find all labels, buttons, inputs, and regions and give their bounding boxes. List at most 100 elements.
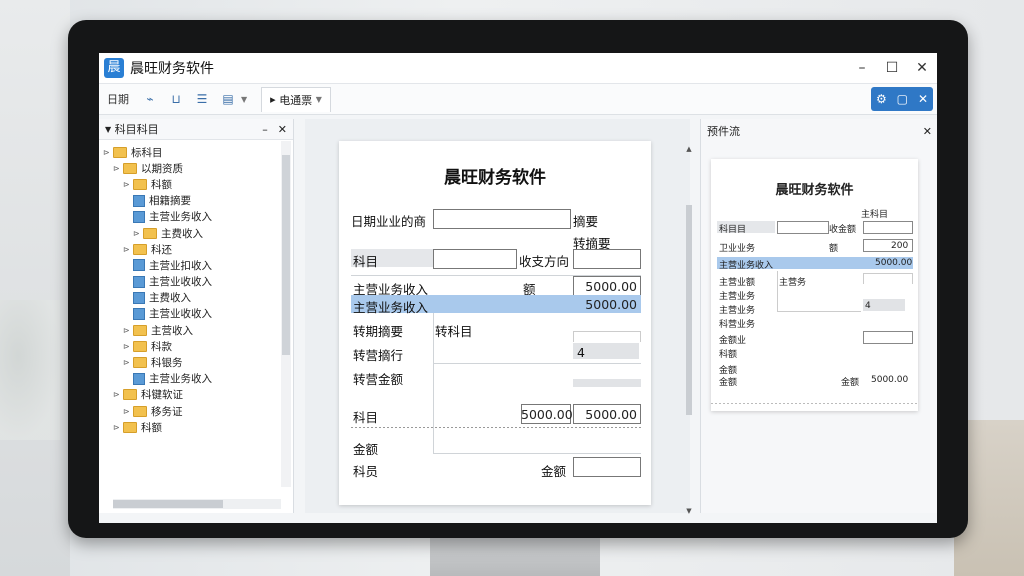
preview-total-value: 5000.00 — [871, 375, 909, 385]
tree-node[interactable]: ⊳ 科款 — [99, 338, 293, 354]
voucher-area: 晨旺财务软件 日期业业的商 摘要 转摘要 科目 收支方向 主营业务收入 额 50… — [305, 119, 690, 513]
window-icon[interactable]: ▢ — [897, 92, 908, 106]
folder-icon — [133, 178, 147, 190]
direction-label: 收支方向 — [519, 254, 570, 269]
preview-row1-label: 卫业业务 — [719, 244, 756, 254]
tree-horizontal-scrollbar[interactable] — [113, 499, 281, 509]
tree-node[interactable]: ⊳ 以期资质 — [99, 160, 293, 176]
folder-icon — [123, 421, 137, 433]
tree-node[interactable]: 主营业收收入 — [99, 306, 293, 322]
tree-node-label: 主营收入 — [151, 324, 193, 337]
toolbar-dropdown-icon[interactable]: ▼ — [241, 95, 247, 104]
expand-icon[interactable]: ⊳ — [123, 342, 133, 351]
tree-node[interactable]: 主营业扣收入 — [99, 257, 293, 273]
tree-node[interactable]: 主营业务收入 — [99, 371, 293, 387]
tree-node[interactable]: 主营业务收入 — [99, 209, 293, 225]
expand-icon[interactable]: ⊳ — [113, 390, 123, 399]
expand-icon[interactable]: ⊳ — [113, 164, 123, 173]
toolbar-date-item[interactable]: 日期 — [99, 91, 137, 107]
tree-node[interactable]: 主营业收收入 — [99, 274, 293, 290]
bracket-icon[interactable]: ⊔ — [163, 92, 189, 106]
row6-amount: 5000.00 — [585, 407, 637, 422]
attach-icon[interactable]: ⌁ — [137, 92, 163, 106]
preview-document: 晨旺财务软件 主科目 科目目 收金额 卫业业务 额 200 主营业务收入 500… — [711, 159, 918, 411]
preview-subject-box — [777, 221, 829, 234]
close-icon[interactable]: ✕ — [278, 123, 287, 136]
tree-node[interactable]: ⊳ 科还 — [99, 241, 293, 257]
folder-icon — [133, 405, 147, 417]
row2-subject: 主营业务收入 — [353, 300, 429, 315]
tree-node-label: 标科目 — [131, 146, 163, 159]
tree-node-label: 科还 — [151, 243, 172, 256]
direction-input[interactable] — [573, 249, 641, 269]
tree-node-label: 科额 — [141, 421, 162, 434]
tree-node-label: 主营业务收入 — [149, 373, 212, 386]
preview-amount-label: 收金额 — [829, 225, 857, 235]
folder-icon — [133, 243, 147, 255]
tree-node[interactable]: ⊳ 科额 — [99, 419, 293, 435]
document-icon — [133, 194, 145, 207]
document-icon — [133, 307, 145, 320]
row3-mid: 转科目 — [435, 324, 473, 339]
preview-title: 预件流 — [707, 125, 740, 138]
tree-node-label: 科键软证 — [141, 389, 183, 402]
voucher-scrollbar[interactable]: ▲ ▼ — [684, 145, 694, 515]
preview-close-icon[interactable]: ✕ — [923, 125, 932, 138]
subject-input[interactable] — [433, 249, 517, 269]
voucher-title: 晨旺财务软件 — [444, 168, 546, 188]
amount-label-2: 金额 — [541, 464, 567, 479]
maximize-button[interactable]: ☐ — [877, 60, 907, 76]
preview-row1-mid: 额 — [829, 244, 839, 254]
app-logo-icon: 晨 — [104, 58, 124, 78]
tree-vertical-scrollbar[interactable] — [281, 141, 291, 487]
preview-row5-value: 4 — [865, 301, 871, 311]
folder-icon — [123, 162, 137, 174]
row4-value: 4 — [577, 345, 585, 360]
tree-node[interactable]: ⊳ 科键软证 — [99, 387, 293, 403]
folder-icon — [133, 324, 147, 336]
expand-icon[interactable]: ⊳ — [123, 180, 133, 189]
date-label: 日期业业的商 — [351, 214, 427, 229]
expand-icon[interactable]: ⊳ — [103, 148, 113, 157]
tree-node[interactable]: ⊳ 主费收入 — [99, 225, 293, 241]
settings-icon[interactable]: ⚙ — [876, 92, 887, 106]
list-icon[interactable]: ☰ — [189, 92, 215, 106]
toolbar: 日期 ⌁ ⊔ ☰ ▤ ▼ ▸ 电通票 ▼ ⚙ ▢ ✕ — [99, 84, 937, 115]
row4-label: 转营摘行 — [353, 348, 404, 363]
tree-node[interactable]: ⊳ 科额 — [99, 176, 293, 192]
tree-node[interactable]: ⊳ 科银务 — [99, 354, 293, 370]
monitor: 晨 晨旺财务软件 – ☐ ✕ 日期 ⌁ ⊔ ☰ ▤ ▼ ▸ 电通票 ▼ ⚙ ▢ — [68, 20, 968, 538]
close-pane-icon[interactable]: ✕ — [918, 92, 928, 106]
tree-node[interactable]: ⊳ 主营收入 — [99, 322, 293, 338]
total-amount-input[interactable] — [573, 457, 641, 477]
outline-icon[interactable]: ▤ — [215, 92, 241, 106]
close-button[interactable]: ✕ — [907, 60, 937, 76]
minus-icon[interactable]: – — [262, 123, 268, 136]
preview-row7-box — [863, 331, 913, 344]
tree-node[interactable]: 主费收入 — [99, 290, 293, 306]
summary-label: 摘要 — [573, 214, 599, 229]
collapse-icon[interactable]: ▼ — [105, 125, 111, 134]
minimize-button[interactable]: – — [847, 60, 877, 76]
folder-icon — [133, 357, 147, 369]
expand-icon[interactable]: ⊳ — [123, 358, 133, 367]
tab-voucher[interactable]: ▸ 电通票 ▼ — [261, 86, 331, 112]
date-input[interactable] — [433, 209, 571, 229]
background-wall — [0, 0, 70, 576]
folder-icon — [133, 340, 147, 352]
tree-node-label: 主费收入 — [149, 292, 191, 305]
chevron-down-icon: ▼ — [315, 95, 322, 104]
expand-icon[interactable]: ⊳ — [123, 407, 133, 416]
expand-icon[interactable]: ⊳ — [123, 326, 133, 335]
expand-icon[interactable]: ⊳ — [133, 229, 143, 238]
tree-node-label: 移务证 — [151, 405, 183, 418]
preview-doc-title: 晨旺财务软件 — [775, 183, 854, 198]
tree-node[interactable]: 相籍摘要 — [99, 193, 293, 209]
tree-node[interactable]: ⊳ 标科目 — [99, 144, 293, 160]
expand-icon[interactable]: ⊳ — [113, 423, 123, 432]
tree-node[interactable]: ⊳ 移务证 — [99, 403, 293, 419]
preview-row7-label: 金额业 — [719, 336, 747, 346]
expand-icon[interactable]: ⊳ — [123, 245, 133, 254]
screen: 晨 晨旺财务软件 – ☐ ✕ 日期 ⌁ ⊔ ☰ ▤ ▼ ▸ 电通票 ▼ ⚙ ▢ — [99, 53, 937, 523]
row6-label: 科目 — [353, 410, 379, 425]
